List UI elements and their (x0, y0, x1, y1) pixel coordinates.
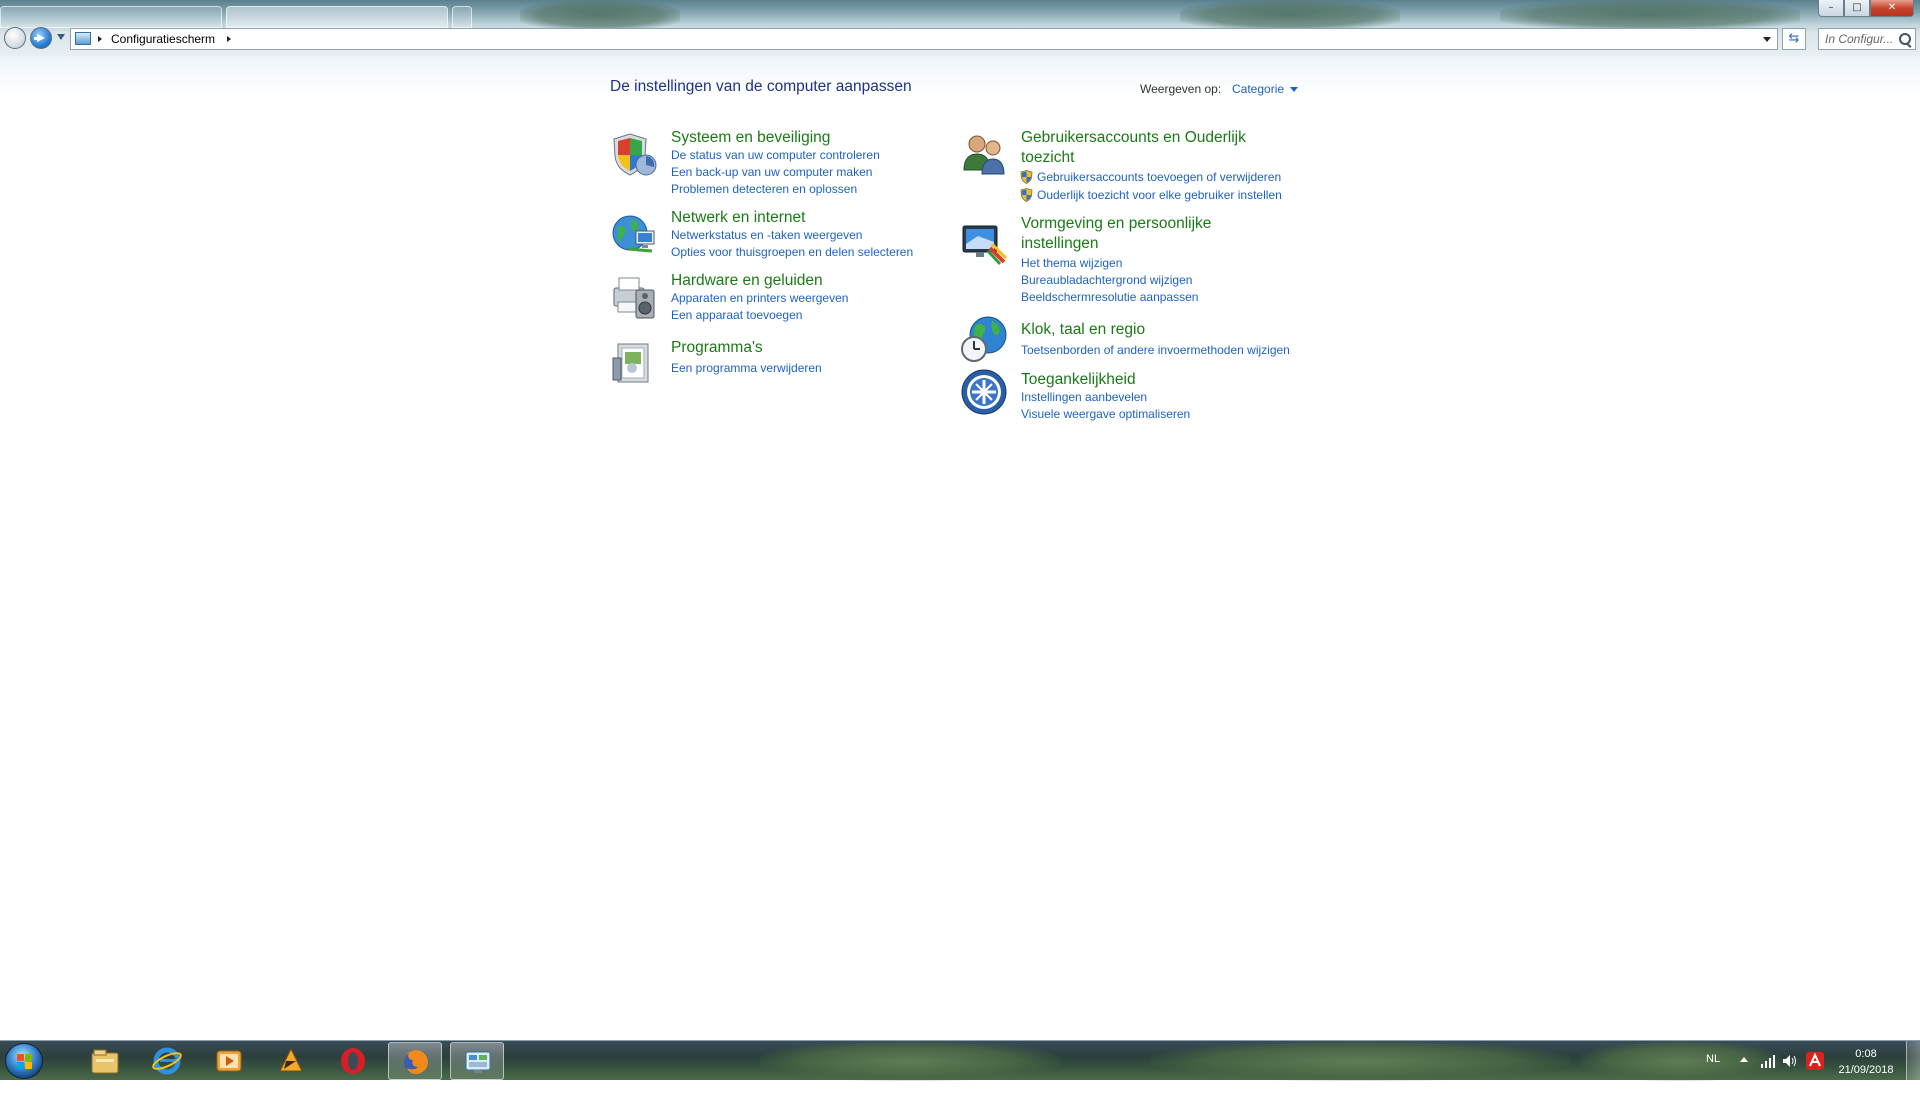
category-title[interactable]: Systeem en beveiliging (671, 128, 830, 148)
background-window-newtab (452, 6, 472, 28)
language-indicator[interactable]: NL (1706, 1053, 1720, 1093)
firefox-icon (404, 1050, 428, 1074)
system-clock[interactable]: 0:08 21/09/2018 (1826, 1046, 1906, 1078)
taskbar-media-player[interactable] (202, 1042, 256, 1080)
explorer-icon (91, 1049, 119, 1074)
media-player-icon (216, 1050, 242, 1072)
category-title[interactable]: Programma's (671, 338, 763, 358)
close-button[interactable]: ✕ (1870, 0, 1914, 17)
window-controls: – □ ✕ (1818, 0, 1914, 17)
breadcrumb-arrow-icon[interactable] (98, 36, 102, 42)
breadcrumb-item[interactable]: Configuratiescherm (111, 32, 215, 47)
chevron-down-icon[interactable] (1290, 87, 1298, 92)
winamp-icon (279, 1047, 303, 1072)
category-title[interactable]: Klok, taal en regio (1021, 320, 1145, 340)
category-title[interactable]: Vormgeving en persoonlijke (1021, 214, 1211, 234)
category-title[interactable]: Netwerk en internet (671, 208, 805, 228)
clock-time: 0:08 (1855, 1048, 1877, 1060)
category-link[interactable]: Visuele weergave optimaliseren (1021, 406, 1190, 423)
category-link[interactable]: De status van uw computer controleren (671, 147, 880, 164)
category-title[interactable]: Toegankelijkheid (1021, 370, 1136, 390)
show-hidden-icons-icon[interactable] (1740, 1057, 1748, 1062)
taskbar-background-decoration (1580, 1041, 1780, 1081)
search-placeholder: In Configur... (1825, 32, 1894, 46)
forward-button[interactable] (30, 27, 52, 49)
category-link[interactable]: Ouderlijk toezicht voor elke gebruiker i… (1037, 187, 1282, 204)
taskbar-control-panel[interactable] (450, 1042, 504, 1080)
start-button[interactable] (5, 1043, 43, 1079)
opera-icon (341, 1048, 365, 1074)
taskbar-firefox[interactable] (388, 1042, 442, 1080)
show-desktop-button[interactable] (1906, 1041, 1920, 1081)
maximize-button[interactable]: □ (1844, 0, 1870, 17)
category-link[interactable]: Problemen detecteren en oplossen (671, 181, 857, 198)
clock-globe-icon[interactable] (960, 315, 1008, 363)
internet-explorer-icon (152, 1047, 182, 1075)
category-link[interactable]: Toetsenborden of andere invoermethoden w… (1021, 342, 1290, 359)
background-window-tab (226, 6, 448, 28)
breadcrumb-arrow-icon[interactable] (227, 36, 231, 42)
antivirus-icon[interactable] (1806, 1052, 1824, 1070)
windows-logo-icon (17, 1054, 33, 1070)
monitor-appearance-icon[interactable] (960, 218, 1008, 266)
background-decoration (1500, 0, 1800, 30)
control-panel-icon (465, 1051, 491, 1073)
background-decoration (520, 0, 680, 30)
network-signal-icon[interactable] (1760, 1053, 1776, 1069)
background-decoration (1180, 0, 1400, 30)
view-by-label: Weergeven op: (1140, 82, 1222, 96)
category-title-continued[interactable]: instellingen (1021, 234, 1099, 254)
address-bar[interactable]: Configuratiescherm (70, 28, 1778, 50)
category-title-continued[interactable]: toezicht (1021, 148, 1074, 168)
page-title: De instellingen van de computer aanpasse… (610, 78, 912, 95)
uac-shield-icon (1020, 170, 1033, 184)
category-link[interactable]: Een back-up van uw computer maken (671, 164, 872, 181)
refresh-button[interactable]: ⇆ (1782, 28, 1806, 50)
category-title[interactable]: Hardware en geluiden (671, 271, 823, 291)
view-by-dropdown[interactable]: Categorie (1232, 82, 1284, 96)
volume-icon[interactable] (1782, 1053, 1798, 1069)
control-panel-content: De instellingen van de computer aanpasse… (0, 56, 1920, 1040)
printer-speaker-icon[interactable] (610, 274, 658, 322)
taskbar-background-decoration (760, 1041, 1060, 1081)
programs-icon[interactable] (610, 338, 658, 386)
shield-icon[interactable] (610, 130, 658, 178)
control-panel-icon (75, 32, 91, 45)
category-link[interactable]: Bureaubladachtergrond wijzigen (1021, 272, 1192, 289)
background-window-tab (0, 6, 222, 28)
category-link[interactable]: Opties voor thuisgroepen en delen select… (671, 244, 913, 261)
clock-date: 21/09/2018 (1838, 1064, 1894, 1076)
category-link[interactable]: Instellingen aanbevelen (1021, 389, 1147, 406)
address-dropdown-icon[interactable] (1763, 37, 1771, 42)
taskbar-internet-explorer[interactable] (140, 1042, 194, 1080)
minimize-button[interactable]: – (1818, 0, 1844, 17)
users-icon[interactable] (960, 130, 1008, 178)
taskbar-opera[interactable] (326, 1042, 380, 1080)
category-link[interactable]: Het thema wijzigen (1021, 255, 1122, 272)
taskbar-explorer[interactable] (78, 1042, 132, 1080)
search-input[interactable]: In Configur... (1818, 28, 1916, 50)
search-icon[interactable] (1899, 33, 1911, 45)
category-link[interactable]: Netwerkstatus en -taken weergeven (671, 227, 862, 244)
window-titlebar: – □ ✕ Configuratiescherm ⇆ In Configur..… (0, 0, 1920, 56)
back-button[interactable] (4, 27, 26, 49)
category-link[interactable]: Beeldschermresolutie aanpassen (1021, 289, 1198, 306)
taskbar: NL 0:08 21/09/2018 (0, 1040, 1920, 1081)
taskbar-background-decoration (1150, 1041, 1570, 1081)
category-link[interactable]: Een apparaat toevoegen (671, 307, 802, 324)
category-title[interactable]: Gebruikersaccounts en Ouderlijk (1021, 128, 1246, 148)
category-link[interactable]: Gebruikersaccounts toevoegen of verwijde… (1037, 169, 1281, 186)
recent-pages-dropdown[interactable] (57, 34, 65, 40)
uac-shield-icon (1020, 188, 1033, 202)
category-link[interactable]: Een programma verwijderen (671, 360, 822, 377)
accessibility-icon[interactable] (960, 368, 1008, 416)
taskbar-winamp[interactable] (264, 1042, 318, 1080)
network-globe-icon[interactable] (610, 211, 658, 259)
category-link[interactable]: Apparaten en printers weergeven (671, 290, 848, 307)
